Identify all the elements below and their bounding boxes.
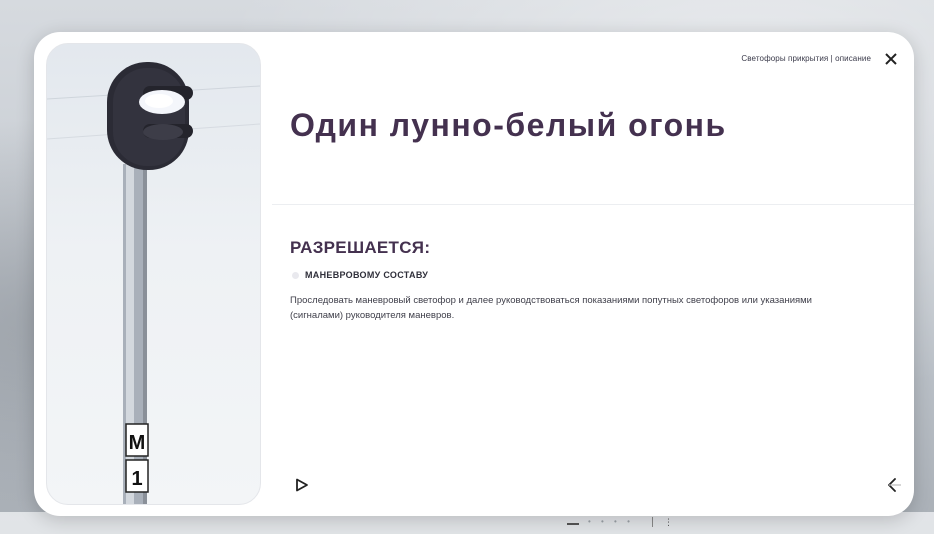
signal-plate-text: М <box>129 432 146 454</box>
close-icon <box>885 53 897 65</box>
bullet-icon <box>292 271 299 279</box>
signal-plate-text: 1 <box>131 468 142 490</box>
section-heading: РАЗРЕШАЕТСЯ: <box>290 238 431 257</box>
divider <box>272 204 914 205</box>
more-icon[interactable]: ⋮ <box>664 517 673 529</box>
signal-title: Один лунно-белый огонь <box>290 107 727 143</box>
recipient-item: МАНЕВРОВОМУ СОСТАВУ <box>292 270 428 280</box>
play-button[interactable] <box>295 478 309 492</box>
play-icon <box>296 478 308 492</box>
close-button[interactable] <box>882 50 900 68</box>
page-indicator-active[interactable] <box>567 517 579 525</box>
footer-separator <box>652 517 653 527</box>
signal-image-panel: М 1 <box>46 43 261 505</box>
back-button[interactable] <box>886 476 904 494</box>
recipient-label: МАНЕВРОВОМУ СОСТАВУ <box>305 270 429 280</box>
breadcrumb[interactable]: Светофоры прикрытия | описание <box>741 54 871 63</box>
back-arrow-icon <box>888 478 901 492</box>
signal-description: Проследовать маневровый светофор и далее… <box>290 295 812 321</box>
signal-info-modal: М 1 Светофоры прикрытия | описание Один … <box>34 32 914 516</box>
page-indicator-dots: • • • • <box>588 517 634 526</box>
shunting-signal-illustration: М 1 <box>47 62 260 504</box>
